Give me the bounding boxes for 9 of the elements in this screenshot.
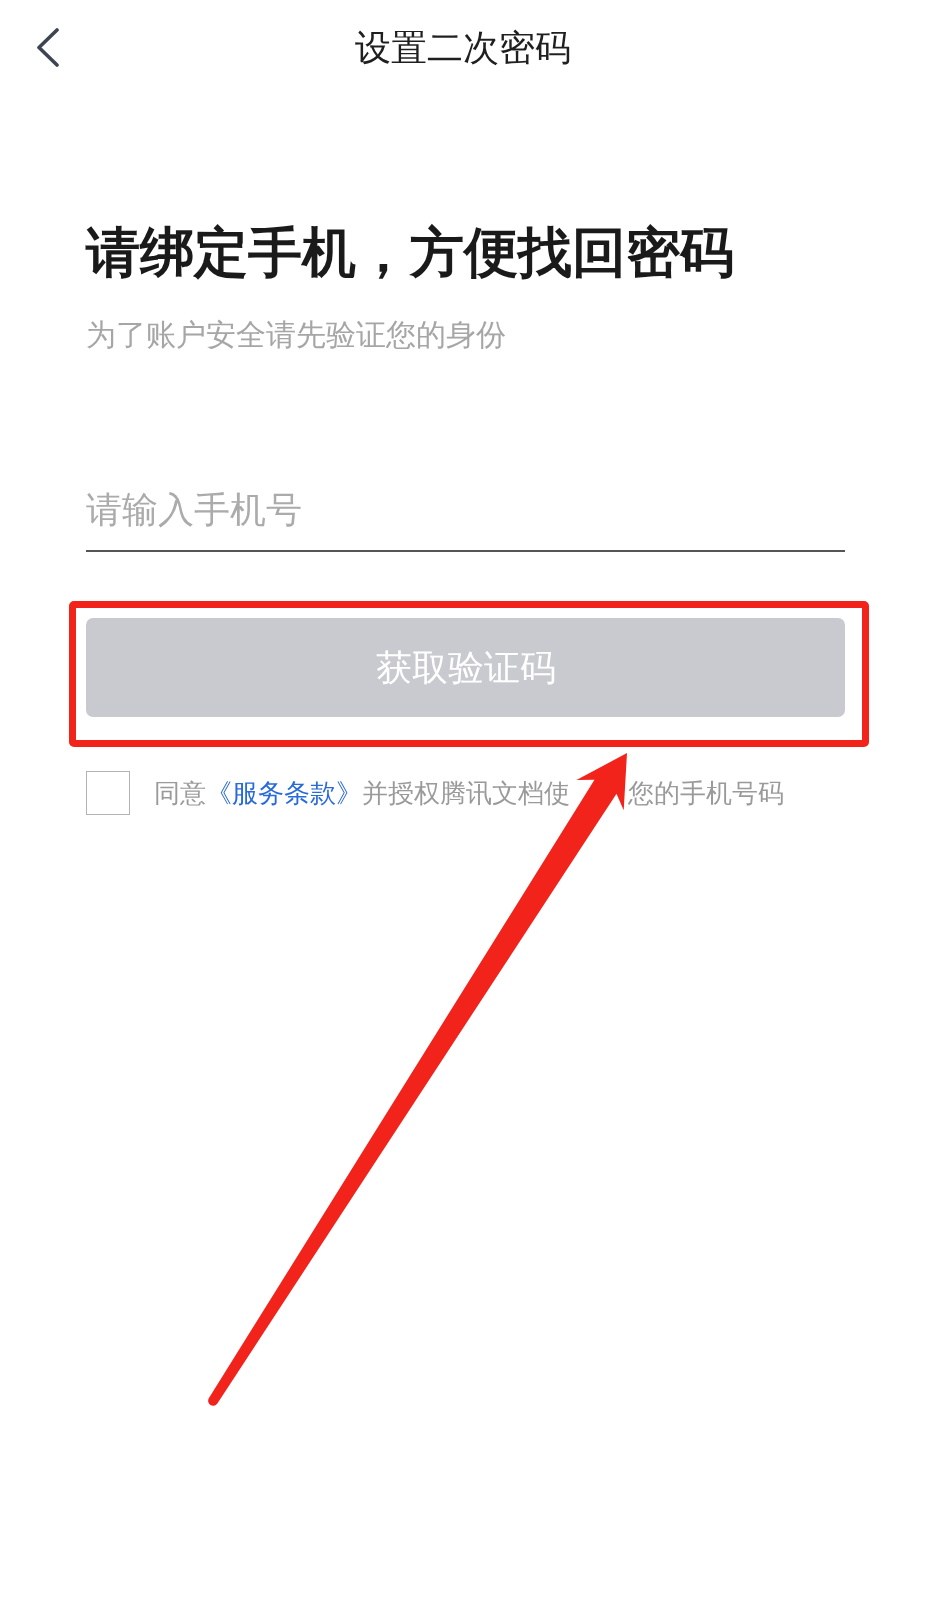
terms-link[interactable]: 《服务条款》 xyxy=(206,778,362,808)
heading: 请绑定手机，方便找回密码 xyxy=(86,221,734,284)
subheading: 为了账户安全请先验证您的身份 xyxy=(86,317,506,353)
back-button[interactable] xyxy=(36,28,60,67)
page-title: 设置二次密码 xyxy=(354,25,571,70)
consent-text: 同意《服务条款》并授权腾讯文档使 您的手机号码 xyxy=(154,777,784,809)
phone-input[interactable]: 请输入手机号 xyxy=(86,470,845,552)
chevron-left-icon xyxy=(36,28,60,67)
checkbox[interactable] xyxy=(86,771,130,815)
